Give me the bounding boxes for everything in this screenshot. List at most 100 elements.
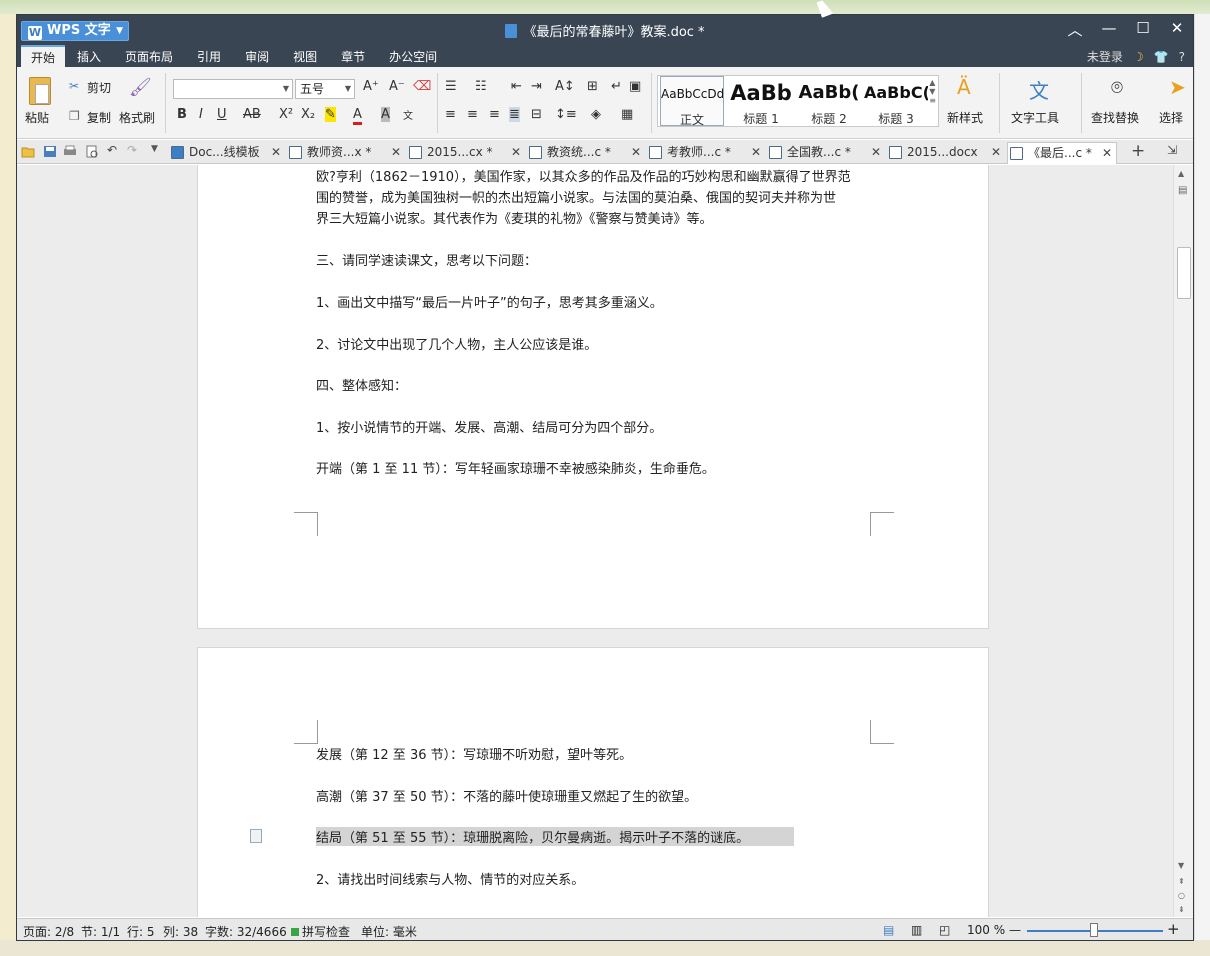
style-heading-2[interactable]: AaBb( 标题 2 — [796, 76, 862, 126]
status-page[interactable]: 页面: 2/8 — [23, 923, 74, 940]
style-heading-1[interactable]: AaBb 标题 1 — [728, 76, 794, 126]
find-replace-button[interactable]: 查找替换 — [1091, 109, 1139, 126]
menu-view[interactable]: 视图 — [281, 48, 329, 65]
grow-font-icon[interactable]: A⁺ — [363, 79, 379, 94]
menu-references[interactable]: 引用 — [185, 48, 233, 65]
cut-button[interactable]: 剪切 — [87, 79, 111, 96]
text-tools-icon[interactable]: 文 — [1029, 75, 1049, 104]
bullet-list-icon[interactable]: ☰ — [445, 79, 457, 94]
align-right-icon[interactable]: ≡ — [489, 107, 500, 122]
close-tab-icon[interactable]: ✕ — [511, 142, 521, 162]
align-center-icon[interactable]: ≡ — [467, 107, 478, 122]
doc-tab[interactable]: 教资统...c * ✕ — [527, 142, 645, 164]
select-button[interactable]: 选择 — [1159, 109, 1183, 126]
undo-icon[interactable]: ↶ — [107, 143, 117, 157]
paste-button[interactable]: 粘贴 — [25, 109, 49, 126]
format-painter-icon[interactable]: 🖌 — [129, 77, 152, 98]
status-unit[interactable]: 单位: 毫米 — [361, 923, 417, 940]
doc-tab[interactable]: 2015...cx * ✕ — [407, 142, 525, 164]
numbered-list-icon[interactable]: ☷ — [475, 79, 487, 94]
line-spacing-icon[interactable]: ↕≡ — [555, 107, 577, 122]
doc-tab[interactable]: 教师资...x * ✕ — [287, 142, 405, 164]
zoom-level[interactable]: 100 % — [967, 923, 1005, 937]
copy-icon[interactable]: ❐ — [69, 109, 80, 123]
document-page[interactable]: 发展（第 12 至 36 节）：写琼珊不听劝慰，望叶等死。 高潮（第 37 至 … — [197, 647, 989, 917]
collapse-ribbon-icon[interactable]: ︿ — [1065, 19, 1085, 40]
quick-access-dropdown-icon[interactable]: ▼ — [151, 144, 158, 154]
redo-icon[interactable]: ↷ — [127, 143, 137, 157]
close-tab-icon[interactable]: ✕ — [871, 142, 881, 162]
close-tab-icon[interactable]: ✕ — [751, 142, 761, 162]
menu-chapter[interactable]: 章节 — [329, 48, 377, 65]
shirt-icon[interactable]: 👕 — [1154, 50, 1169, 64]
bold-button[interactable]: B — [177, 107, 187, 122]
select-browse-icon[interactable]: ○ — [1178, 891, 1185, 900]
text-direction-icon[interactable]: A↕ — [555, 79, 575, 94]
decrease-indent-icon[interactable]: ⇤ — [511, 79, 522, 94]
doc-tab[interactable]: Doc...线模板 ✕ — [169, 142, 285, 164]
new-tab-icon[interactable]: + — [1131, 141, 1145, 161]
shrink-font-icon[interactable]: A⁻ — [389, 79, 405, 94]
increase-indent-icon[interactable]: ⇥ — [531, 79, 542, 94]
close-tab-icon[interactable]: ✕ — [1102, 143, 1112, 163]
next-page-icon[interactable]: ⇟ — [1178, 905, 1185, 914]
close-tab-icon[interactable]: ✕ — [271, 142, 281, 162]
char-shading-icon[interactable]: A — [381, 107, 390, 122]
distributed-icon[interactable]: ⊟ — [531, 107, 542, 122]
close-tab-icon[interactable]: ✕ — [391, 142, 401, 162]
scroll-up-icon[interactable]: ▲ — [1178, 169, 1184, 178]
subscript-button[interactable]: X₂ — [301, 107, 315, 122]
menu-page-layout[interactable]: 页面布局 — [113, 48, 185, 65]
text-tools-button[interactable]: 文字工具 — [1011, 109, 1059, 126]
zoom-slider-knob[interactable] — [1090, 923, 1098, 937]
close-button[interactable]: ✕ — [1167, 19, 1187, 40]
menu-office-space[interactable]: 办公空间 — [377, 48, 449, 65]
ruler-toggle-icon[interactable]: ▤ — [1178, 185, 1187, 196]
paragraph-handle-icon[interactable] — [250, 829, 262, 843]
new-style-icon[interactable]: Ä — [957, 75, 971, 99]
menu-home[interactable]: 开始 — [21, 45, 66, 67]
italic-button[interactable]: I — [199, 107, 203, 122]
binoculars-icon[interactable]: ⌾ — [1111, 75, 1123, 99]
zoom-in-icon[interactable]: + — [1167, 920, 1180, 938]
borders-icon[interactable]: ▦ — [621, 107, 633, 122]
show-marks-icon[interactable]: ↵ — [611, 79, 622, 94]
phonetic-guide-icon[interactable]: 文 — [403, 107, 413, 122]
maximize-button[interactable]: ☐ — [1133, 19, 1153, 40]
close-tab-icon[interactable]: ✕ — [631, 142, 641, 162]
open-folder-icon[interactable] — [21, 145, 35, 158]
paste-icon[interactable] — [29, 77, 51, 105]
page-view-icon[interactable]: ▤ — [883, 923, 894, 937]
status-word-count[interactable]: 字数: 32/4666 — [205, 923, 287, 940]
menu-insert[interactable]: 插入 — [65, 48, 113, 65]
doc-tab-active[interactable]: 《最后...c * ✕ — [1007, 142, 1117, 164]
gallery-scroll-icon[interactable]: ▲ ▼ ≡ — [929, 78, 936, 105]
format-painter-button[interactable]: 格式刷 — [119, 109, 155, 126]
spell-check-toggle[interactable]: 拼写检查 — [291, 923, 350, 940]
scroll-down-icon[interactable]: ▼ — [1178, 861, 1184, 870]
moon-icon[interactable]: ☽ — [1133, 50, 1144, 64]
document-page[interactable]: 欧?亨利（1862－1910），美国作家，以其众多的作品及作品的巧妙构思和幽默赢… — [197, 165, 989, 629]
print-preview-icon[interactable] — [85, 145, 99, 158]
save-icon[interactable] — [43, 145, 57, 158]
login-link[interactable]: 未登录 — [1087, 48, 1123, 65]
font-color-icon[interactable]: A — [353, 107, 362, 125]
shading-icon[interactable]: ◈ — [591, 107, 601, 122]
font-name-combo[interactable]: ▼ — [173, 79, 293, 99]
font-size-combo[interactable]: 五号 ▼ — [295, 79, 355, 99]
outline-view-icon[interactable]: ▥ — [911, 923, 922, 937]
clear-format-icon[interactable]: ⌫ — [413, 79, 431, 94]
minimize-button[interactable]: — — [1099, 19, 1119, 40]
copy-button[interactable]: 复制 — [87, 109, 111, 126]
tab-list-icon[interactable]: ⇲ — [1167, 143, 1177, 157]
prev-page-icon[interactable]: ⇞ — [1178, 877, 1185, 886]
doc-tab[interactable]: 考教师...c * ✕ — [647, 142, 765, 164]
table-icon[interactable]: ⊞ — [587, 79, 598, 94]
align-left-icon[interactable]: ≡ — [445, 107, 456, 122]
print-icon[interactable] — [63, 145, 77, 158]
doc-tab[interactable]: 2015...docx ✕ — [887, 142, 1005, 164]
style-heading-3[interactable]: AaBbC( 标题 3 — [864, 76, 928, 126]
textbox-icon[interactable]: ▣ — [629, 79, 641, 94]
close-tab-icon[interactable]: ✕ — [991, 142, 1001, 162]
superscript-button[interactable]: X² — [279, 107, 293, 122]
